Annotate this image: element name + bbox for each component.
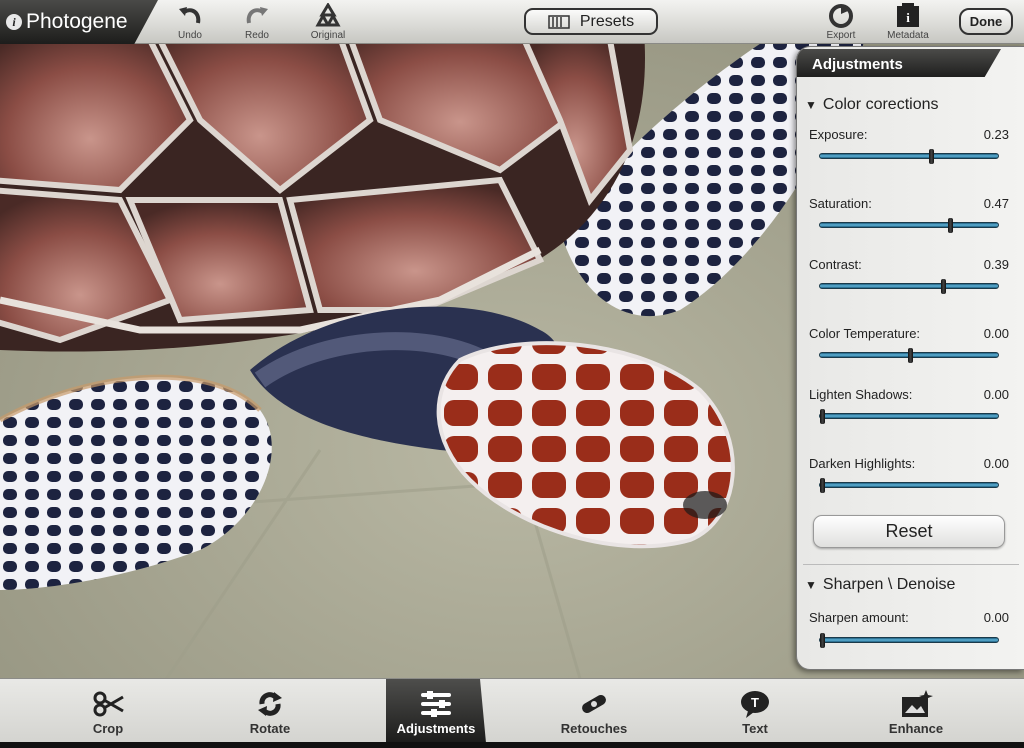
tab-label: Adjustments [396,721,476,736]
export-label: Export [826,30,856,41]
app-brand[interactable]: i Photogene [0,0,158,44]
slider-knob[interactable] [941,279,946,294]
slider-label: Exposure: [809,127,868,142]
original-button[interactable]: Original [298,3,358,43]
slider-row: Contrast: 0.39 [809,257,1009,272]
slider-knob[interactable] [908,348,913,363]
slider-value: 0.00 [983,610,1009,625]
scissors-icon [93,691,124,717]
color-corrections-label: Color corections [822,96,939,113]
text-bubble-icon: T [741,691,769,718]
recycle-icon [315,3,341,27]
slider-knob[interactable] [820,633,825,648]
export-icon [829,4,853,28]
slider-label: Sharpen amount: [809,610,909,625]
tab-crop[interactable]: Crop [58,679,158,743]
tab-label: Retouches [560,721,628,736]
metadata-button[interactable]: i Metadata [878,3,938,43]
bottom-toolbar: Crop Rotate Adjustments Retouches T Text Enhan… [0,678,1024,748]
slider-label: Lighten Shadows: [809,387,913,402]
tab-label: Text [742,721,768,736]
tab-retouches[interactable]: Retouches [544,679,644,743]
slider-row: Color Temperature: 0.00 [809,326,1009,341]
tab-label: Enhance [888,721,944,736]
adjustment-slider[interactable] [819,218,999,233]
info-icon[interactable]: i [6,14,22,30]
presets-icon [548,14,570,29]
undo-label: Undo [178,30,202,41]
redo-label: Redo [245,30,269,41]
metadata-label: Metadata [887,30,929,41]
tab-rotate[interactable]: Rotate [220,679,320,743]
slider-label: Darken Highlights: [809,456,916,471]
adjustment-slider[interactable] [819,149,999,164]
collapse-triangle-icon: ▼ [805,578,817,592]
slider-value: 0.00 [983,326,1009,341]
redo-icon [246,7,268,24]
sharpen-denoise-label: Sharpen \ Denoise [822,576,956,593]
enhance-icon [902,690,933,717]
slider-row: Darken Highlights: 0.00 [809,456,1009,471]
slider-knob[interactable] [948,218,953,233]
metadata-icon: i [897,3,919,27]
adjustment-slider[interactable] [819,478,999,493]
tab-adjustments[interactable]: Adjustments [386,679,486,743]
adjustment-slider[interactable] [819,409,999,424]
tab-label: Crop [92,721,124,736]
slider-value: 0.23 [983,127,1009,142]
sliders-icon [421,691,451,717]
export-button[interactable]: Export [811,3,871,43]
rotate-icon [258,692,282,716]
top-toolbar: i Photogene Undo Redo Original Presets E… [0,0,1024,44]
undo-button[interactable]: Undo [160,3,220,43]
adjustments-panel: Adjustments ▼ Color corections Exposure:… [796,46,1024,670]
bottom-edge [0,742,1024,748]
color-corrections-header[interactable]: ▼ Color corections [805,96,939,114]
slider-row: Saturation: 0.47 [809,196,1009,211]
adjustment-slider[interactable] [819,279,999,294]
presets-label: Presets [579,12,635,30]
slider-row: Lighten Shadows: 0.00 [809,387,1009,402]
divider [803,564,1019,565]
svg-text:T: T [751,695,759,710]
redo-button[interactable]: Redo [227,3,287,43]
slider-knob[interactable] [820,409,825,424]
adjustment-slider[interactable] [819,348,999,363]
tab-label: Rotate [249,721,291,736]
done-button[interactable]: Done [959,8,1013,35]
slider-label: Color Temperature: [809,326,921,341]
slider-row: Exposure: 0.23 [809,127,1009,142]
slider-label: Contrast: [809,257,862,272]
sharpen-amount-row: Sharpen amount: 0.00 [809,610,1009,625]
sharpen-denoise-header[interactable]: ▼ Sharpen \ Denoise [805,576,955,594]
reset-button[interactable]: Reset [813,515,1005,548]
tab-enhance[interactable]: Enhance [866,679,966,743]
original-label: Original [310,30,346,41]
app-title: Photogene [26,10,128,33]
slider-value: 0.00 [983,387,1009,402]
tab-text[interactable]: T Text [705,679,805,743]
bandage-icon [582,695,606,713]
sharpen-amount-slider[interactable] [819,633,999,648]
slider-value: 0.00 [983,456,1009,471]
panel-title: Adjustments [797,49,1001,77]
svg-text:i: i [906,10,910,25]
undo-icon [179,7,201,24]
presets-button[interactable]: Presets [524,8,658,35]
slider-knob[interactable] [929,149,934,164]
slider-value: 0.47 [983,196,1009,211]
slider-knob[interactable] [820,478,825,493]
slider-value: 0.39 [983,257,1009,272]
slider-label: Saturation: [809,196,872,211]
collapse-triangle-icon: ▼ [805,98,817,112]
